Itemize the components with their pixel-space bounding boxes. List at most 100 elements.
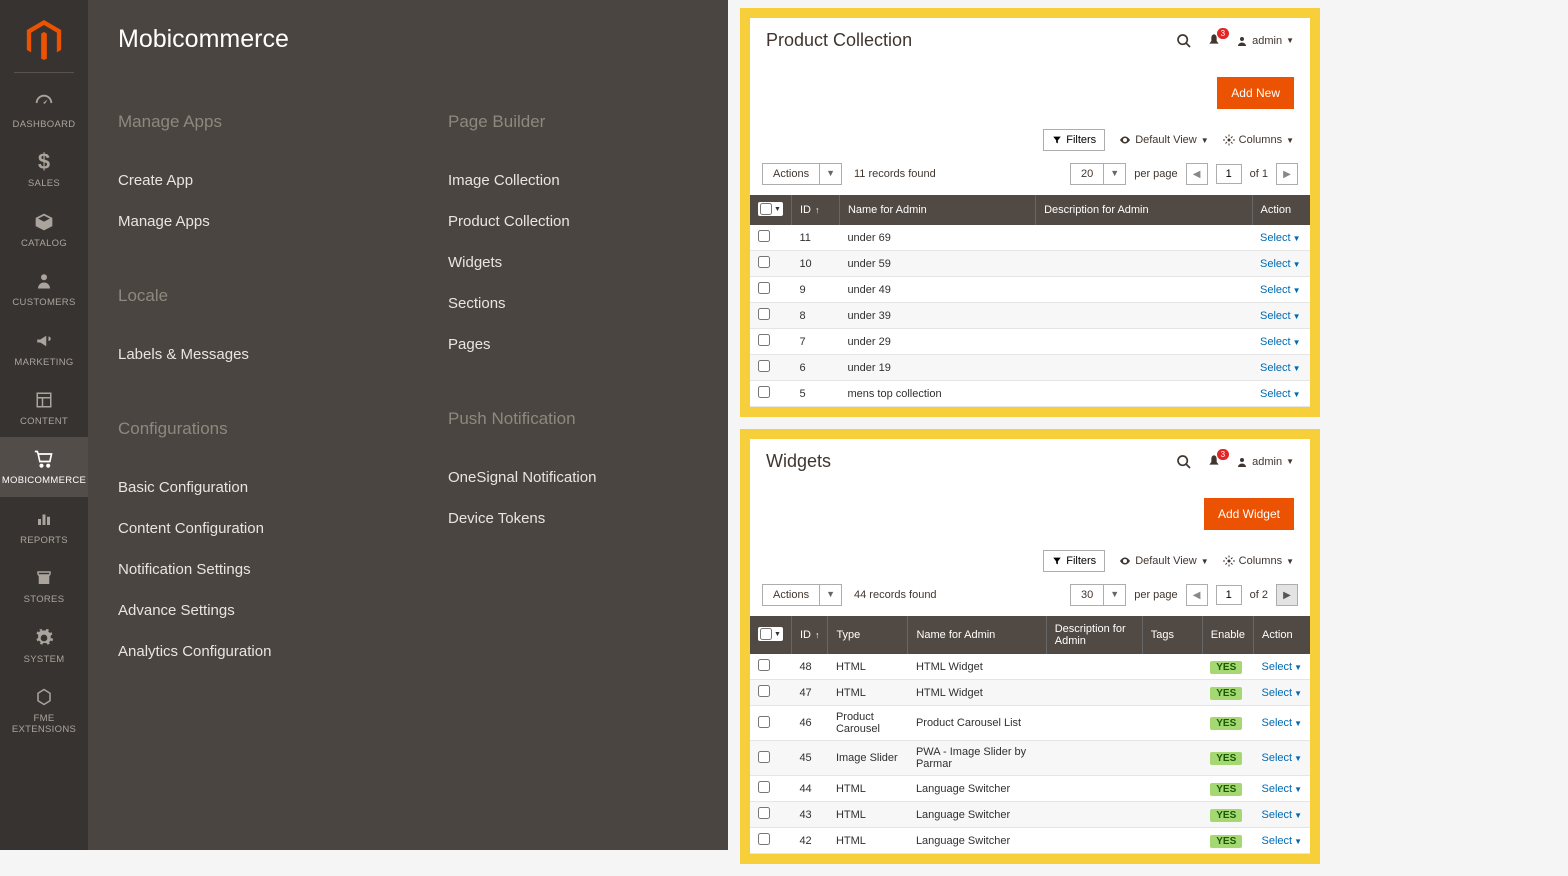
submenu-link-product-collection[interactable]: Product Collection [448, 201, 698, 242]
th-type[interactable]: Type [828, 616, 908, 654]
row-action-select[interactable]: Select▼ [1252, 251, 1310, 277]
columns-dropdown[interactable]: Columns▼ [1223, 555, 1294, 567]
row-checkbox[interactable] [758, 716, 770, 728]
next-page-button[interactable]: ▶ [1276, 584, 1298, 606]
th-name[interactable]: Name for Admin [839, 195, 1035, 225]
nav-stores[interactable]: STORES [0, 556, 88, 615]
th-id[interactable]: ID↑ [791, 616, 828, 654]
page-total-label: of 2 [1250, 589, 1268, 601]
nav-reports[interactable]: REPORTS [0, 497, 88, 556]
submenu-link-widgets[interactable]: Widgets [448, 242, 698, 283]
per-page-dropdown[interactable]: 30▼ [1070, 584, 1126, 606]
row-checkbox[interactable] [758, 659, 770, 671]
add-new-button[interactable]: Add New [1217, 77, 1294, 109]
admin-dropdown[interactable]: admin▼ [1236, 456, 1294, 468]
submenu-link-labels-&-messages[interactable]: Labels & Messages [118, 334, 368, 375]
search-icon[interactable] [1176, 33, 1192, 49]
row-checkbox[interactable] [758, 386, 770, 398]
nav-system[interactable]: SYSTEM [0, 616, 88, 675]
nav-content[interactable]: CONTENT [0, 378, 88, 437]
th-action[interactable]: Action [1252, 195, 1310, 225]
submenu-link-onesignal-notification[interactable]: OneSignal Notification [448, 457, 698, 498]
filters-button[interactable]: Filters [1043, 129, 1105, 151]
submenu-link-basic-configuration[interactable]: Basic Configuration [118, 467, 368, 508]
row-action-select[interactable]: Select▼ [1252, 225, 1310, 251]
submenu-link-analytics-configuration[interactable]: Analytics Configuration [118, 631, 368, 672]
row-checkbox[interactable] [758, 230, 770, 242]
th-name[interactable]: Name for Admin [908, 616, 1046, 654]
default-view-dropdown[interactable]: Default View▼ [1119, 555, 1208, 567]
row-checkbox[interactable] [758, 282, 770, 294]
notifications-icon[interactable]: 3 [1206, 454, 1222, 470]
page-input[interactable] [1216, 585, 1242, 605]
submenu-link-pages[interactable]: Pages [448, 324, 698, 365]
row-checkbox[interactable] [758, 256, 770, 268]
row-checkbox[interactable] [758, 334, 770, 346]
th-tags[interactable]: Tags [1142, 616, 1202, 654]
prev-page-button[interactable]: ◀ [1186, 584, 1208, 606]
gear-icon [1223, 555, 1235, 567]
th-enable[interactable]: Enable [1202, 616, 1253, 654]
submenu-link-notification-settings[interactable]: Notification Settings [118, 549, 368, 590]
notifications-icon[interactable]: 3 [1206, 33, 1222, 49]
records-found-label: 11 records found [854, 168, 936, 180]
row-checkbox[interactable] [758, 833, 770, 845]
row-action-select[interactable]: Select▼ [1252, 303, 1310, 329]
cell-id: 46 [791, 706, 828, 741]
th-action[interactable]: Action [1254, 616, 1311, 654]
per-page-dropdown[interactable]: 20▼ [1070, 163, 1126, 185]
row-action-select[interactable]: Select▼ [1252, 355, 1310, 381]
nav-catalog[interactable]: CATALOG [0, 200, 88, 259]
row-action-select[interactable]: Select▼ [1254, 741, 1311, 776]
th-desc[interactable]: Description for Admin [1036, 195, 1252, 225]
nav-customers[interactable]: CUSTOMERS [0, 259, 88, 318]
bulk-actions-dropdown[interactable]: Actions▼ [762, 584, 842, 606]
row-checkbox[interactable] [758, 751, 770, 763]
nav-mobicommerce[interactable]: MOBICOMMERCE [0, 437, 88, 496]
next-page-button[interactable]: ▶ [1276, 163, 1298, 185]
row-action-select[interactable]: Select▼ [1254, 802, 1311, 828]
row-checkbox[interactable] [758, 807, 770, 819]
search-icon[interactable] [1176, 454, 1192, 470]
nav-sales[interactable]: $SALES [0, 140, 88, 199]
row-action-select[interactable]: Select▼ [1252, 277, 1310, 303]
prev-page-button[interactable]: ◀ [1186, 163, 1208, 185]
cell-name: HTML Widget [908, 654, 1046, 680]
page-input[interactable] [1216, 164, 1242, 184]
row-action-select[interactable]: Select▼ [1252, 381, 1310, 407]
submenu-link-sections[interactable]: Sections [448, 283, 698, 324]
row-action-select[interactable]: Select▼ [1254, 680, 1311, 706]
default-view-dropdown[interactable]: Default View▼ [1119, 134, 1208, 146]
select-all-checkbox[interactable]: ▼ [758, 627, 783, 641]
row-action-select[interactable]: Select▼ [1252, 329, 1310, 355]
bulk-actions-dropdown[interactable]: Actions▼ [762, 163, 842, 185]
table-row: 45Image SliderPWA - Image Slider by Parm… [750, 741, 1310, 776]
submenu-link-content-configuration[interactable]: Content Configuration [118, 508, 368, 549]
magento-logo[interactable] [24, 20, 64, 60]
row-action-select[interactable]: Select▼ [1254, 706, 1311, 741]
admin-dropdown[interactable]: admin▼ [1236, 35, 1294, 47]
submenu-link-advance-settings[interactable]: Advance Settings [118, 590, 368, 631]
nav-marketing[interactable]: MARKETING [0, 319, 88, 378]
submenu-link-device-tokens[interactable]: Device Tokens [448, 498, 698, 539]
th-id[interactable]: ID↑ [791, 195, 839, 225]
nav-fme-extensions[interactable]: FME EXTENSIONS [0, 675, 88, 746]
chevron-down-icon: ▼ [1104, 163, 1126, 185]
reports-icon [32, 507, 56, 531]
submenu-link-create-app[interactable]: Create App [118, 160, 368, 201]
columns-dropdown[interactable]: Columns▼ [1223, 134, 1294, 146]
table-row: 8under 39Select▼ [750, 303, 1310, 329]
row-checkbox[interactable] [758, 360, 770, 372]
row-checkbox[interactable] [758, 685, 770, 697]
add-widget-button[interactable]: Add Widget [1204, 498, 1294, 530]
row-action-select[interactable]: Select▼ [1254, 776, 1311, 802]
select-all-checkbox[interactable]: ▼ [758, 202, 783, 216]
filters-button[interactable]: Filters [1043, 550, 1105, 572]
th-desc[interactable]: Description for Admin [1046, 616, 1142, 654]
submenu-link-image-collection[interactable]: Image Collection [448, 160, 698, 201]
nav-dashboard[interactable]: DASHBOARD [0, 81, 88, 140]
submenu-link-manage-apps[interactable]: Manage Apps [118, 201, 368, 242]
row-checkbox[interactable] [758, 308, 770, 320]
row-checkbox[interactable] [758, 781, 770, 793]
row-action-select[interactable]: Select▼ [1254, 654, 1311, 680]
